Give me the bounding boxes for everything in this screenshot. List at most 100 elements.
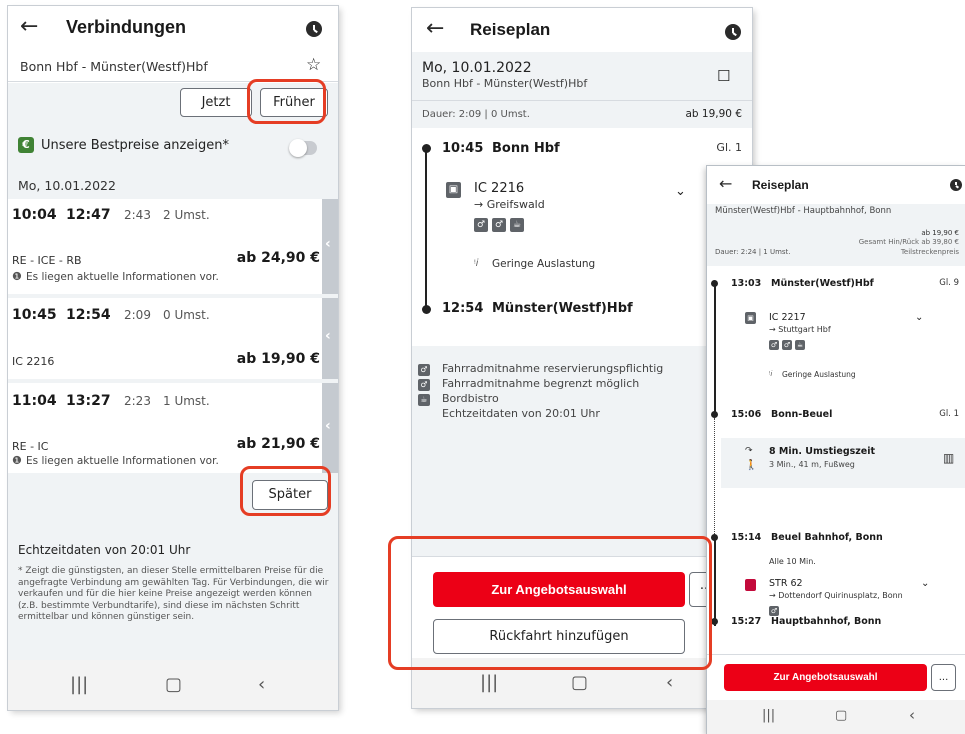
trip-date: Mo, 10.01.2022: [422, 60, 532, 76]
info-icon: ❶: [12, 454, 22, 467]
departure-station: Bonn Hbf: [492, 141, 560, 156]
recent-apps-icon[interactable]: |||: [480, 672, 498, 693]
home-icon[interactable]: ▢: [835, 708, 847, 723]
more-button[interactable]: ...: [931, 664, 956, 691]
frequency-text: Alle 10 Min.: [769, 557, 816, 566]
clock-icon[interactable]: [950, 179, 962, 191]
card-drawer-handle[interactable]: ‹: [322, 383, 338, 473]
occupancy-text: Geringe Auslastung: [492, 258, 596, 270]
bike-reservation-icon: ♂: [769, 340, 779, 350]
stop-station: Bonn-Beuel: [771, 409, 833, 420]
route-text: Bonn Hbf - Münster(Westf)Hbf: [20, 59, 208, 74]
legend-item: Fahrradmitnahme begrenzt möglich: [442, 377, 640, 390]
departure-time: 10:04: [12, 207, 57, 223]
stop-time: 15:14: [731, 532, 762, 543]
star-icon[interactable]: ☆: [306, 55, 321, 75]
realtime-note: Echtzeitdaten von 20:01 Uhr: [442, 407, 600, 420]
train-types: RE - IC: [12, 440, 49, 453]
train-number: IC 2216: [474, 181, 525, 196]
connection-card[interactable]: 10:45 12:54 2:09 0 Umst. IC 2216 ab 19,9…: [8, 298, 324, 379]
bistro-icon: ☕: [510, 218, 524, 232]
train-number: STR 62: [769, 578, 803, 589]
train-direction: → Greifswald: [474, 198, 545, 211]
now-button[interactable]: Jetzt: [180, 88, 252, 117]
connection-card[interactable]: 11:04 13:27 2:23 1 Umst. RE - IC ab 21,9…: [8, 383, 324, 473]
price: ab 21,90 €: [236, 436, 320, 452]
trip-summary: Münster(Westf)Hbf - Hauptbahnhof, Bonn a…: [707, 204, 965, 266]
transfer-title: 8 Min. Umstiegszeit: [769, 446, 876, 457]
android-navbar: ||| ▢ ‹: [412, 658, 752, 708]
bike-limited-icon: ♂: [769, 606, 779, 616]
legend-item: Bordbistro: [442, 392, 499, 405]
recent-apps-icon[interactable]: |||: [762, 708, 775, 723]
train-direction: → Stuttgart Hbf: [769, 325, 831, 334]
stop-station: Beuel Bahnhof, Bonn: [771, 532, 883, 543]
page-title: Reiseplan: [470, 20, 551, 39]
clock-icon[interactable]: [725, 24, 741, 40]
stop-time: 13:03: [731, 278, 762, 289]
info-icon: ❶: [12, 270, 22, 283]
recent-apps-icon[interactable]: |||: [70, 674, 88, 695]
duration: 2:09: [124, 308, 151, 322]
earlier-button[interactable]: Früher: [260, 88, 328, 117]
trip-route: Münster(Westf)Hbf - Hauptbahnhof, Bonn: [715, 206, 892, 216]
stop-station: Münster(Westf)Hbf: [771, 278, 874, 289]
departure-time: 10:45: [442, 141, 484, 156]
duration: 2:43: [124, 208, 151, 222]
back-arrow-icon[interactable]: ←: [719, 174, 732, 193]
back-nav-icon[interactable]: ‹: [909, 706, 915, 724]
app-header: ← Reiseplan: [707, 166, 965, 204]
partial-price-note: Teilstreckenpreis: [900, 248, 959, 256]
card-drawer-handle[interactable]: ‹: [322, 199, 338, 294]
trip-duration: Dauer: 2:09 | 0 Umst.: [422, 109, 530, 120]
journey-timeline: 13:03 Münster(Westf)Hbf Gl. 9 ▣ IC 2217 …: [707, 266, 965, 646]
changes: 1 Umst.: [163, 394, 210, 408]
back-arrow-icon[interactable]: ←: [426, 16, 444, 41]
map-icon[interactable]: ▥: [943, 451, 954, 465]
departure-platform: Gl. 1: [716, 141, 742, 154]
tram-icon: [745, 579, 756, 591]
home-icon[interactable]: ▢: [571, 672, 588, 693]
arrival-time: 12:54: [442, 301, 484, 316]
home-icon[interactable]: ▢: [165, 674, 182, 695]
page-title: Verbindungen: [66, 17, 187, 37]
back-nav-icon[interactable]: ‹: [666, 672, 673, 693]
transfer-subtitle: 3 Min., 41 m, Fußweg: [769, 460, 855, 469]
info-text: Es liegen aktuelle Informationen vor.: [26, 455, 219, 467]
occupancy-icon: ᵎ𝑖: [474, 258, 479, 269]
train-icon: ▣: [446, 182, 461, 198]
bestprice-toggle[interactable]: [289, 139, 317, 157]
departure-time: 10:45: [12, 307, 57, 323]
stop-time: 15:27: [731, 616, 762, 627]
stop-station: Hauptbahnhof, Bonn: [771, 616, 882, 627]
offer-selection-button[interactable]: Zur Angebotsauswahl: [724, 664, 927, 691]
stop-time: 15:06: [731, 409, 762, 420]
route-bar[interactable]: Bonn Hbf - Münster(Westf)Hbf ☆: [8, 50, 338, 82]
date-label: Mo, 10.01.2022: [18, 178, 116, 193]
arrival-time: 12:47: [66, 207, 111, 223]
chevron-down-icon[interactable]: ⌄: [915, 312, 923, 323]
arrival-time: 13:27: [66, 393, 111, 409]
trip-route: Bonn Hbf - Münster(Westf)Hbf: [422, 77, 588, 90]
stop-platform: Gl. 9: [939, 278, 959, 288]
bike-reservation-icon: ♂: [418, 364, 430, 376]
train-types: RE - ICE - RB: [12, 254, 82, 267]
bike-reservation-icon: ♂: [474, 218, 488, 232]
offer-selection-button[interactable]: Zur Angebotsauswahl: [433, 572, 685, 607]
back-arrow-icon[interactable]: ←: [20, 14, 38, 39]
bookmark-icon[interactable]: ☐: [717, 67, 730, 85]
chevron-down-icon[interactable]: ⌄: [921, 578, 929, 589]
train-types: IC 2216: [12, 355, 55, 368]
later-button[interactable]: Später: [252, 480, 328, 510]
clock-icon[interactable]: [306, 21, 322, 37]
bike-limited-icon: ♂: [418, 379, 430, 391]
bike-limited-icon: ♂: [492, 218, 506, 232]
connection-card[interactable]: 10:04 12:47 2:43 2 Umst. RE - ICE - RB a…: [8, 199, 324, 294]
back-nav-icon[interactable]: ‹: [258, 674, 265, 695]
bestprice-label: Unsere Bestpreise anzeigen*: [41, 138, 229, 153]
chevron-down-icon[interactable]: ⌄: [675, 184, 686, 199]
transfer-info[interactable]: ↷ 🚶 8 Min. Umstiegszeit 3 Min., 41 m, Fu…: [721, 438, 965, 488]
card-drawer-handle[interactable]: ‹: [322, 298, 338, 379]
add-return-button[interactable]: Rückfahrt hinzufügen: [433, 619, 685, 654]
occupancy-icon: ᵎ𝑖: [769, 369, 773, 378]
